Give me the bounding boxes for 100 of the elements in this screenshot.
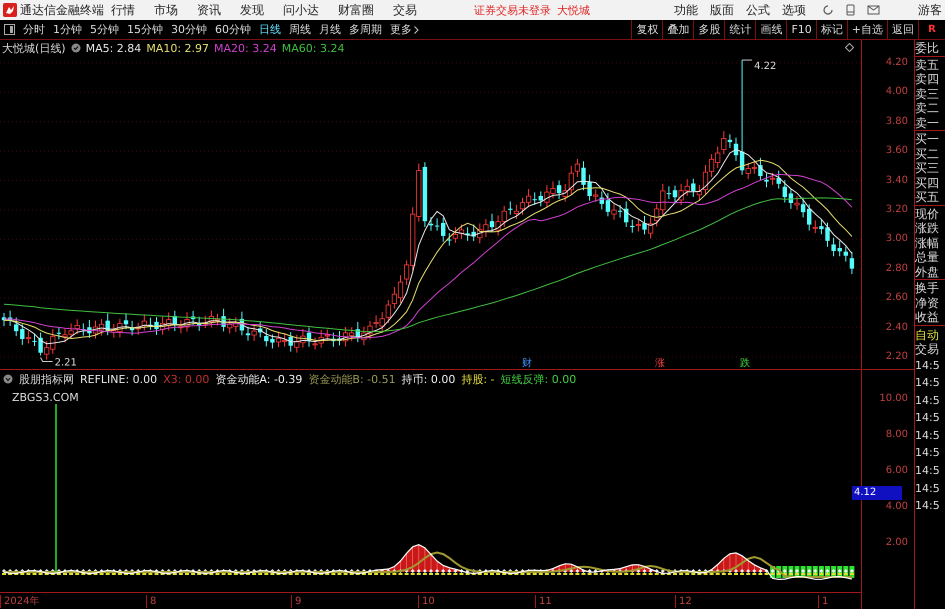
quote-label: 换手 bbox=[915, 281, 940, 296]
ma-value: MA5: 2.84 bbox=[86, 42, 142, 54]
price-tick: 2.20 bbox=[886, 350, 908, 364]
login-notice: 证券交易未登录 bbox=[474, 2, 551, 18]
period-tab[interactable]: 分时 bbox=[23, 22, 45, 37]
period-tab[interactable]: 日线 bbox=[259, 22, 281, 37]
app-title: 通达信金融终端 bbox=[20, 2, 104, 18]
quote-label: 买一 bbox=[915, 132, 940, 146]
quote-label: 卖五 bbox=[915, 58, 940, 72]
quote-label: 总量 bbox=[915, 250, 940, 264]
quote-label: 外盘 bbox=[915, 264, 940, 279]
chart-title: 大悦城(日线) bbox=[2, 40, 66, 56]
indicator-value: 资金动能B: -0.51 bbox=[308, 372, 396, 386]
auto-label[interactable]: 自动 bbox=[915, 328, 945, 342]
date-label: 10 bbox=[418, 595, 435, 608]
menu-item[interactable]: 市场 bbox=[154, 2, 178, 18]
price-tick: 4.20 bbox=[886, 56, 908, 70]
price-tick: 3.80 bbox=[886, 114, 908, 129]
indicator-name: 股朋指标网 bbox=[19, 372, 74, 386]
indicator-tick: 2.00 bbox=[886, 536, 908, 550]
corner-label: R bbox=[918, 20, 945, 39]
trade-time: 14:5 bbox=[915, 498, 941, 514]
period-tab[interactable]: 更多 bbox=[390, 22, 419, 37]
indicator-value: 短线反弹: 0.00 bbox=[500, 372, 576, 386]
trade-time: 14:5 bbox=[915, 375, 941, 392]
quote-label: 买三 bbox=[915, 161, 940, 176]
quote-label: 卖二 bbox=[915, 101, 940, 116]
toolbar-button[interactable]: 叠加 bbox=[662, 20, 694, 39]
toolbar-button[interactable]: 画线 bbox=[755, 20, 786, 39]
quote-label: 买四 bbox=[915, 176, 940, 190]
quote-label: 现价 bbox=[915, 206, 940, 221]
trade-label: 交易 bbox=[915, 342, 940, 356]
event-marker: 涨 bbox=[655, 358, 665, 369]
trade-time: 14:5 bbox=[915, 480, 941, 497]
price-tick: 3.60 bbox=[886, 144, 908, 158]
toolbar-button[interactable]: 多股 bbox=[693, 20, 724, 39]
leader-line bbox=[742, 60, 753, 61]
panel-toggle-icon[interactable] bbox=[4, 24, 15, 35]
trade-time: 14:5 bbox=[915, 428, 941, 444]
period-tab[interactable]: 周线 bbox=[289, 22, 311, 37]
cursor-value: 4.12 bbox=[852, 486, 902, 500]
indicator-value: 持股: - bbox=[461, 372, 494, 386]
menu-item[interactable]: 交易 bbox=[393, 2, 417, 18]
trade-time: 14:5 bbox=[915, 463, 941, 480]
app-logo-icon bbox=[3, 3, 17, 17]
diamond-icon[interactable] bbox=[845, 43, 854, 52]
period-tab[interactable]: 月线 bbox=[319, 22, 341, 37]
quote-label: 净资 bbox=[915, 296, 940, 310]
quote-label: 委比 bbox=[915, 41, 940, 56]
toolbar-button[interactable]: 统计 bbox=[724, 20, 756, 39]
price-tick: 3.00 bbox=[886, 232, 908, 246]
trade-time: 14:5 bbox=[915, 445, 941, 462]
chevron-icon[interactable] bbox=[414, 26, 419, 34]
menu-item[interactable]: 功能 bbox=[674, 2, 698, 18]
indicator-value: 持币: 0.00 bbox=[402, 372, 456, 386]
event-marker: 财 bbox=[522, 358, 532, 369]
date-label: 2024年 bbox=[0, 595, 40, 608]
mail-icon[interactable] bbox=[867, 5, 880, 15]
toolbar-button[interactable]: 复权 bbox=[631, 20, 662, 39]
leader-line bbox=[40, 357, 54, 362]
period-tab[interactable]: 1分钟 bbox=[53, 22, 82, 37]
period-tab[interactable]: 60分钟 bbox=[215, 22, 251, 37]
menu-item[interactable]: 资讯 bbox=[197, 2, 221, 18]
ma-value: MA20: 3.24 bbox=[214, 42, 277, 54]
period-tab[interactable]: 15分钟 bbox=[127, 22, 163, 37]
menu-item[interactable]: 选项 bbox=[782, 2, 806, 18]
refresh-icon[interactable] bbox=[822, 4, 834, 16]
indicator-tick: 6.00 bbox=[886, 464, 908, 478]
indicator-tick: 8.00 bbox=[886, 428, 908, 442]
date-label: 8 bbox=[146, 595, 156, 608]
quote-label: 涨跌 bbox=[915, 221, 940, 236]
quote-label: 买二 bbox=[915, 146, 940, 161]
indicator-value: REFLINE: 0.00 bbox=[80, 372, 158, 386]
indicator-value: 资金动能A: -0.39 bbox=[215, 372, 302, 386]
period-tab[interactable]: 多周期 bbox=[349, 22, 382, 37]
menu-item[interactable]: 行情 bbox=[111, 2, 135, 18]
quote-label: 收益 bbox=[915, 310, 940, 324]
trade-time: 14:5 bbox=[915, 358, 941, 374]
indicator-value: X3: 0.00 bbox=[163, 372, 210, 386]
menu-item[interactable]: 发现 bbox=[240, 2, 264, 18]
user-label[interactable]: 游客 bbox=[918, 2, 942, 18]
trade-time: 14:5 bbox=[915, 392, 941, 409]
menu-item[interactable]: 问小达 bbox=[283, 2, 319, 18]
price-tick: 2.60 bbox=[886, 291, 908, 306]
menu-item[interactable]: 公式 bbox=[746, 2, 770, 18]
ma-value: MA60: 3.24 bbox=[282, 42, 344, 54]
phone-icon[interactable] bbox=[846, 4, 855, 16]
quote-label: 涨幅 bbox=[915, 236, 940, 250]
date-label: 9 bbox=[291, 595, 302, 608]
period-tab[interactable]: 30分钟 bbox=[171, 22, 207, 37]
menu-item[interactable]: 版面 bbox=[710, 2, 734, 18]
period-tab[interactable]: 5分钟 bbox=[90, 22, 119, 37]
menu-item[interactable]: 财富圈 bbox=[338, 2, 374, 18]
indicator-tick: 10.00 bbox=[879, 392, 908, 406]
stock-name: 大悦城 bbox=[557, 2, 590, 18]
date-label: 11 bbox=[535, 595, 552, 608]
price-tick: 3.40 bbox=[886, 174, 908, 188]
price-tick: 4.00 bbox=[886, 85, 908, 100]
price-tick: 2.40 bbox=[886, 320, 908, 335]
quote-label: 买五 bbox=[915, 190, 940, 204]
